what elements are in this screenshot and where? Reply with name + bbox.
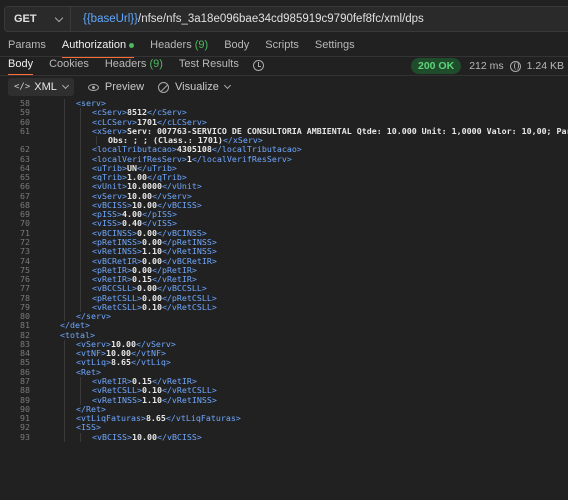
tab-label: Cookies	[49, 58, 89, 70]
tab-label: Settings	[314, 39, 355, 51]
tab-headers[interactable]: Headers (9)	[142, 38, 216, 58]
response-time[interactable]: 212 ms	[469, 60, 503, 72]
code-line: 66 <vUnit>10.0000</vUnit>	[0, 182, 568, 192]
tab-label: Scripts	[265, 39, 299, 51]
tab-params[interactable]: Params	[0, 38, 54, 58]
format-label: XML	[34, 81, 57, 93]
tab-label: Headers	[150, 39, 192, 51]
tab-settings[interactable]: Settings	[307, 38, 363, 58]
visualize-label: Visualize	[175, 81, 219, 93]
code-line: 72 <pRetINSS>0.00</pRetINSS>	[0, 237, 568, 247]
format-select[interactable]: </> XML	[8, 78, 74, 96]
response-body-editor[interactable]: 58 <serv> 59 <cServ>8512</cServ> 60 <cLCServ>…	[0, 99, 568, 500]
chevron-down-icon	[61, 81, 69, 90]
response-size[interactable]: 1.24 KB	[527, 60, 564, 72]
code-text: <vBCISS>10.00</vBCISS>	[92, 431, 202, 442]
preview-label: Preview	[104, 81, 145, 93]
code-line: 71 <vBCINSS>0.00</vBCINSS>	[0, 228, 568, 238]
code-line: 87 <vRetIR>0.15</vRetIR>	[0, 376, 568, 386]
visualize-icon	[158, 81, 170, 93]
code-line: 58 <serv>	[0, 99, 568, 108]
url-variable: {{baseUrl}}	[83, 13, 138, 25]
body-toolbar: </> XML Preview Visualize	[0, 76, 568, 98]
code-line: 70 <vISS>0.40</vISS>	[0, 219, 568, 229]
tab-cookies[interactable]: Cookies	[41, 56, 97, 76]
tab-test-results[interactable]: Test Results	[171, 56, 247, 76]
tab-label: Authorization	[61, 39, 127, 51]
code-line: 92 <ISS>	[0, 423, 568, 433]
line-number: 61	[20, 125, 30, 136]
indent-guide	[64, 99, 65, 322]
indent-guide	[80, 377, 81, 405]
status-dot-icon	[129, 42, 135, 48]
tab-label: Params	[8, 39, 46, 51]
code-line: 77 <vBCCSLL>0.00</vBCCSLL>	[0, 284, 568, 294]
preview-button[interactable]: Preview	[87, 81, 145, 93]
tab-scripts[interactable]: Scripts	[257, 38, 307, 58]
method-label: GET	[14, 13, 37, 25]
url-input[interactable]: {{baseUrl}}/nfse/nfs_3a18e096bae34cd9859…	[71, 13, 424, 25]
tab-label: Test Results	[178, 58, 239, 70]
code-line: 65 <qTrib>1.00</qTrib>	[0, 172, 568, 182]
chevron-down-icon	[54, 13, 64, 23]
line-number: 93	[20, 431, 30, 442]
url-input-box[interactable]: GET {{baseUrl}}/nfse/nfs_3a18e096bae34cd…	[4, 6, 568, 32]
code-icon: </>	[14, 82, 31, 92]
code-line: 75 <pRetIR>0.00</pRetIR>	[0, 265, 568, 275]
code-line: 76 <vRetIR>0.15</vRetIR>	[0, 274, 568, 284]
response-meta: 200 OK 212 ms 1.24 KB	[411, 58, 564, 74]
code-line: 68 <vBCISS>10.00</vBCISS>	[0, 200, 568, 210]
code-line: 88 <vRetCSLL>0.10</vRetCSLL>	[0, 385, 568, 395]
url-path: /nfse/nfs_3a18e096bae34cd985919c9790fef8…	[138, 13, 424, 25]
code-line: 64 <uTrib>UN</uTrib>	[0, 163, 568, 173]
code-line: 93 <vBCISS>10.00</vBCISS>	[0, 431, 568, 442]
code-line: 78 <pRetCSLL>0.00</pRetCSLL>	[0, 293, 568, 303]
code-line: 86 <Ret>	[0, 367, 568, 377]
tab-response-body[interactable]: Body	[0, 56, 41, 76]
code-text: <vRetINSS>1.10</vRetINSS>	[92, 394, 217, 405]
tab-count: (9)	[149, 58, 163, 70]
tab-count: (9)	[194, 39, 209, 51]
indent-guide	[96, 136, 97, 146]
code-line: 59 <cServ>8512</cServ>	[0, 107, 568, 117]
status-badge[interactable]: 200 OK	[411, 58, 462, 74]
tab-body[interactable]: Body	[216, 38, 257, 58]
tab-label: Body	[224, 39, 250, 51]
method-select[interactable]: GET	[5, 7, 71, 31]
code-line: 73 <vRetINSS>1.10</vRetINSS>	[0, 246, 568, 256]
eye-icon	[87, 83, 99, 91]
request-bar: GET {{baseUrl}}/nfse/nfs_3a18e096bae34cd…	[0, 0, 568, 38]
chevron-down-icon	[223, 81, 231, 90]
code-line: 61 <xServ>Serv: 007763-SERVICO DE CONSULT…	[0, 125, 568, 136]
code-line: 63 <localVerifResServ>1</localVerifResSer…	[0, 154, 568, 164]
tab-label: Headers	[104, 58, 147, 70]
tab-authorization[interactable]: Authorization	[54, 38, 142, 58]
indent-guide	[64, 340, 65, 442]
indent-guide	[80, 432, 81, 442]
tab-response-headers[interactable]: Headers (9)	[97, 56, 171, 76]
visualize-button[interactable]: Visualize	[158, 81, 231, 93]
tab-label: Body	[8, 58, 34, 70]
indent-guide	[80, 108, 81, 313]
history-icon[interactable]	[252, 59, 264, 71]
globe-icon	[509, 60, 521, 72]
request-tabs: Params Authorization Headers (9) Body Sc…	[0, 38, 568, 58]
code-line: 69 <pISS>4.00</pISS>	[0, 209, 568, 219]
code-line: 67 <vServ>10.00</vServ>	[0, 191, 568, 201]
code-line: 74 <vBCRetIR>0.00</vBCRetIR>	[0, 256, 568, 266]
